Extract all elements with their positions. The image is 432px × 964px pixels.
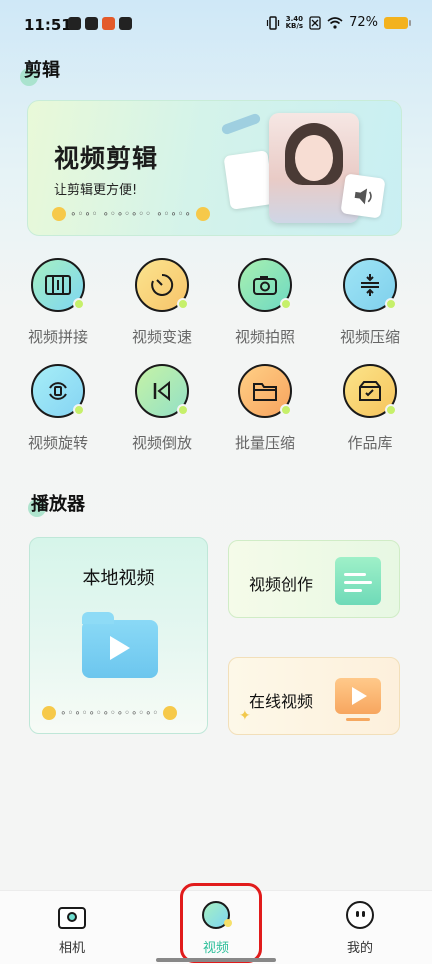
tool-indicator-dot xyxy=(280,298,292,310)
video-create-label: 视频创作 xyxy=(249,575,314,594)
tv-play-icon xyxy=(335,678,381,721)
vibrate-icon xyxy=(266,15,279,30)
tool-video-join[interactable]: 视频拼接 xyxy=(13,258,103,354)
video-folder-icon xyxy=(82,612,158,678)
sparkle-icon: ✦ xyxy=(239,708,251,724)
battery-icon xyxy=(384,16,411,29)
highlight-annotation xyxy=(180,883,262,963)
profile-face-icon xyxy=(344,901,376,931)
tool-indicator-dot xyxy=(73,404,85,416)
photo-card-image xyxy=(223,150,275,210)
doc-line xyxy=(344,573,366,576)
tool-video-reverse[interactable]: 视频倒放 xyxy=(117,364,207,460)
face-shape xyxy=(295,135,333,181)
banner-cloud-decoration: ∘◦∘◦ ∘◦∘◦∘◦◦ ∘◦∘◦∘ xyxy=(52,207,210,221)
tool-video-speed[interactable]: 视频变速 xyxy=(117,258,207,354)
tool-label: 作品库 xyxy=(347,434,393,452)
banner-subtitle: 让剪辑更方便! xyxy=(54,183,138,198)
tool-label: 视频拍照 xyxy=(234,328,295,346)
tool-indicator-dot xyxy=(177,298,189,310)
cloud-sun-icon xyxy=(52,207,66,221)
notification-icons xyxy=(68,17,132,30)
tool-video-rotate[interactable]: 视频旋转 xyxy=(13,364,103,460)
play-icon xyxy=(352,687,367,705)
app-red-notification-icon xyxy=(102,17,115,30)
play-icon xyxy=(110,636,130,660)
edit-document-icon xyxy=(335,557,381,605)
status-right: 3.40 KB/s 72% xyxy=(266,15,411,30)
local-video-label: 本地视频 xyxy=(82,568,155,589)
video-create-card[interactable]: 视频创作 xyxy=(228,540,400,618)
tool-indicator-dot xyxy=(385,298,397,310)
section-title-edit: 剪辑 xyxy=(24,60,60,81)
status-bar: 11:51 3.40 KB/s 72% xyxy=(0,0,432,50)
wifi-icon xyxy=(327,16,343,29)
app-grid-notification-icon xyxy=(119,17,132,30)
tool-works-library[interactable]: 作品库 xyxy=(325,364,415,460)
tiktok-notification-icon xyxy=(68,17,81,30)
eye-left xyxy=(356,911,359,917)
nav-label-me: 我的 xyxy=(346,941,373,956)
tool-label: 视频变速 xyxy=(131,328,192,346)
doc-line xyxy=(344,589,362,592)
eye-right xyxy=(362,911,365,917)
paper-plane-icon xyxy=(220,112,262,136)
net-speed-unit: KB/s xyxy=(285,21,304,30)
cloud-decoration: ∘◦∘◦∘◦∘◦∘◦∘◦∘◦ xyxy=(42,706,178,720)
battery-percent: 72% xyxy=(349,15,378,30)
tool-label: 批量压缩 xyxy=(234,434,295,452)
tv-stand xyxy=(346,718,370,721)
tool-video-compress[interactable]: 视频压缩 xyxy=(325,258,415,354)
online-video-label: 在线视频 xyxy=(249,692,314,711)
tool-label: 视频压缩 xyxy=(339,328,400,346)
camera-icon xyxy=(56,901,88,931)
face-outline xyxy=(346,901,374,929)
home-indicator[interactable] xyxy=(156,958,276,962)
banner-title: 视频剪辑 xyxy=(54,144,159,173)
tool-indicator-dot xyxy=(280,404,292,416)
tool-label: 视频拼接 xyxy=(27,328,88,346)
no-sim-icon xyxy=(309,15,321,30)
cloud-sun-icon xyxy=(42,706,56,720)
section-title-player: 播放器 xyxy=(31,494,85,515)
speaker-icon xyxy=(354,188,372,205)
app-notification-icon xyxy=(85,17,98,30)
sun-icon xyxy=(163,706,178,720)
sun-icon xyxy=(195,207,210,221)
camera-lens xyxy=(67,912,77,922)
status-time: 11:51 xyxy=(24,16,72,34)
nav-label-camera: 相机 xyxy=(58,941,85,956)
nav-item-me[interactable]: 我的 xyxy=(325,901,395,957)
doc-line xyxy=(344,581,372,584)
tool-indicator-dot xyxy=(385,404,397,416)
tool-label: 视频倒放 xyxy=(131,434,192,452)
nav-item-camera[interactable]: 相机 xyxy=(37,901,107,957)
online-video-card[interactable]: 在线视频 ✦ xyxy=(228,657,400,735)
tool-indicator-dot xyxy=(73,298,85,310)
video-edit-banner[interactable]: 视频剪辑 让剪辑更方便! ∘◦∘◦ ∘◦∘◦∘◦◦ ∘◦∘◦∘ xyxy=(27,100,402,236)
tool-batch-compress[interactable]: 批量压缩 xyxy=(220,364,310,460)
net-speed: 3.40 KB/s xyxy=(285,15,304,30)
tool-label: 视频旋转 xyxy=(27,434,88,452)
tool-video-photo[interactable]: 视频拍照 xyxy=(220,258,310,354)
tool-indicator-dot xyxy=(177,404,189,416)
speaker-card-image xyxy=(340,173,386,219)
local-video-card[interactable]: 本地视频 ∘◦∘◦∘◦∘◦∘◦∘◦∘◦ xyxy=(29,537,208,734)
